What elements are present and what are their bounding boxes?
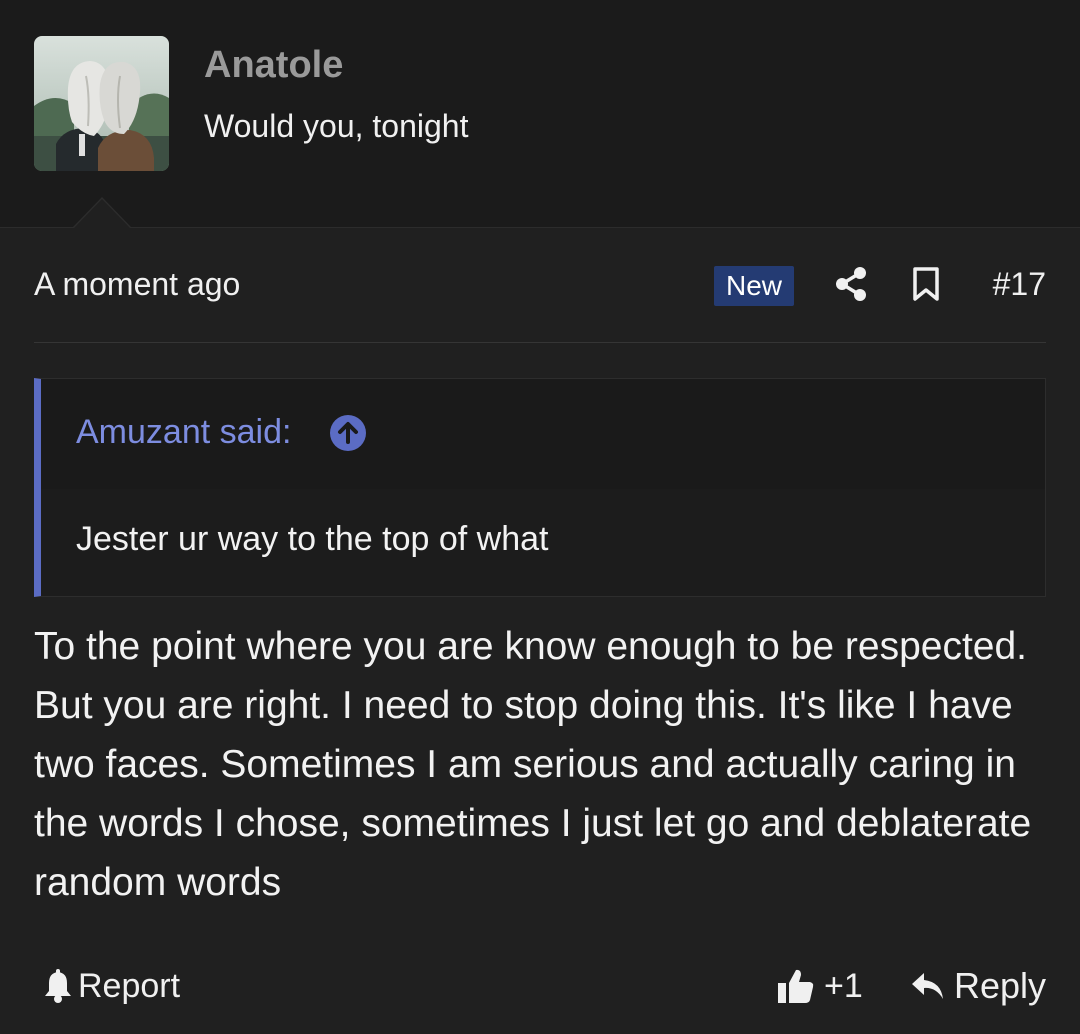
meta-divider (34, 342, 1046, 343)
report-button[interactable]: Report (42, 964, 180, 1008)
post-timestamp[interactable]: A moment ago (34, 266, 240, 303)
like-count: +1 (824, 966, 863, 1005)
reply-button[interactable]: Reply (910, 964, 1046, 1008)
post-meta: A moment ago New #17 (34, 258, 1046, 312)
report-label: Report (78, 966, 181, 1005)
post-message: To the point where you are know enough t… (34, 625, 1032, 904)
thumbs-up-icon (778, 969, 814, 1003)
bookmark-icon[interactable] (911, 266, 941, 302)
avatar-image (34, 36, 169, 171)
username[interactable]: Anatole (204, 42, 343, 88)
like-button[interactable]: +1 (776, 964, 863, 1008)
user-title: Would you, tonight (204, 108, 469, 144)
quote-text: Jester ur way to the top of what (76, 520, 549, 558)
arrow-up-circle-icon[interactable] (329, 414, 367, 452)
avatar[interactable] (34, 36, 169, 171)
post-number[interactable]: #17 (993, 266, 1046, 303)
user-header: Anatole Would you, tonight (0, 0, 1080, 228)
header-pointer (74, 199, 130, 228)
share-icon[interactable] (834, 266, 868, 302)
bell-icon (45, 969, 71, 1003)
post-actions: Report +1 Reply (34, 956, 1046, 1016)
reply-label: Reply (953, 965, 1046, 1006)
reply-arrow-icon (911, 973, 943, 999)
quote-block: Amuzant said: Jester ur way to the top o… (34, 378, 1046, 597)
quote-author[interactable]: Amuzant said: (76, 413, 291, 452)
new-badge: New (714, 266, 795, 306)
